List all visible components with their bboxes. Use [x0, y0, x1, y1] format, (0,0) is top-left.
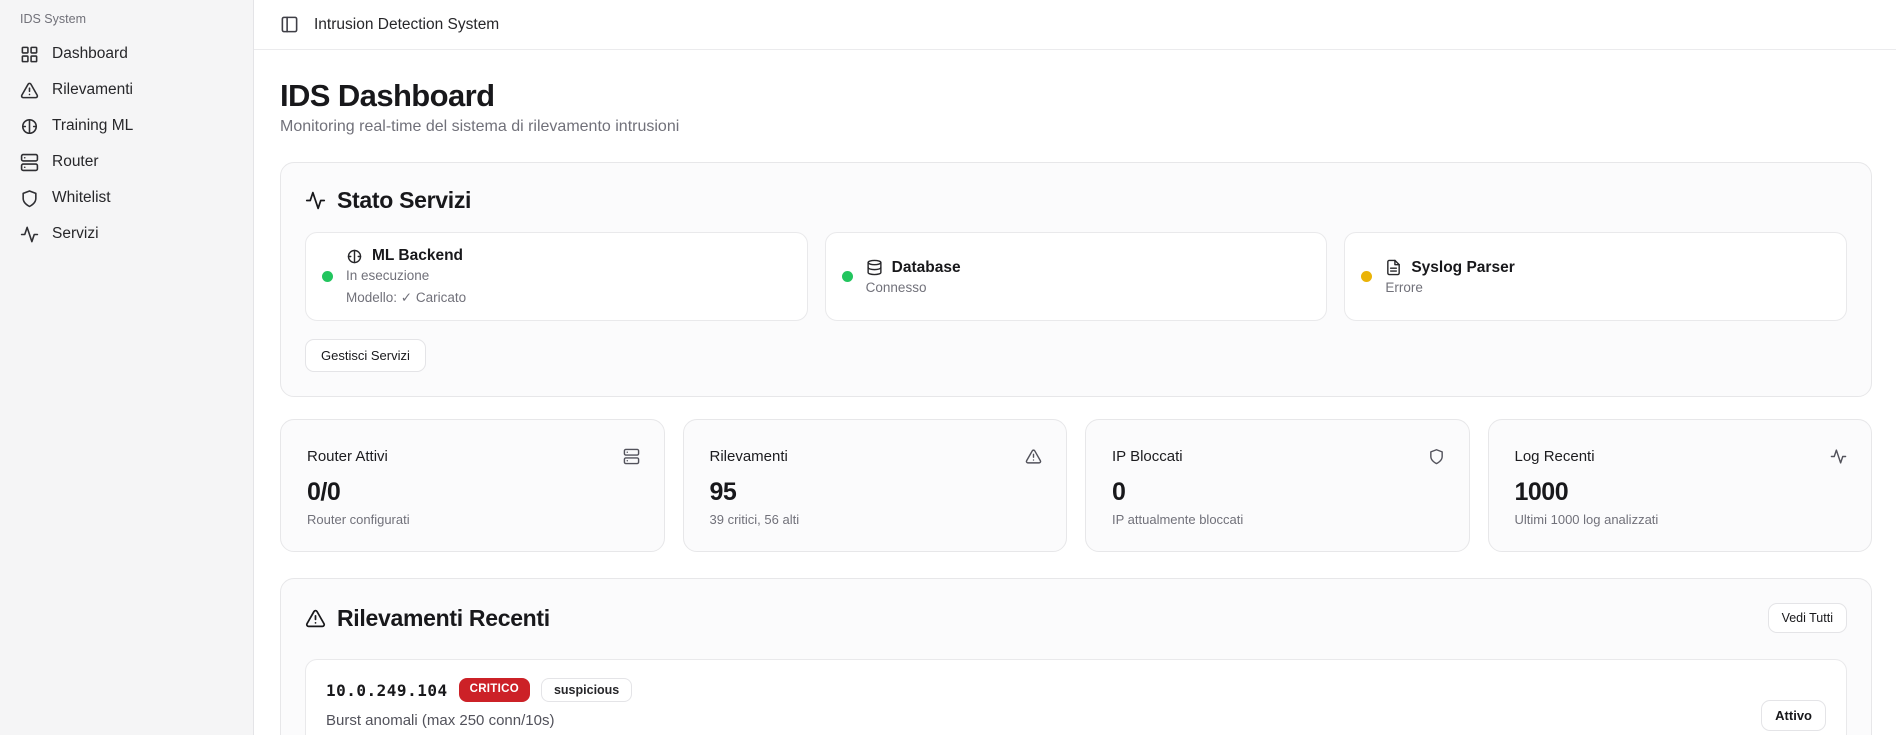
activity-icon — [305, 190, 326, 211]
service-info: Syslog Parser Errore — [1385, 259, 1514, 295]
sidebar-item-servizi[interactable]: Servizi — [14, 216, 239, 252]
category-badge: suspicious — [541, 678, 632, 703]
stat-card-router-attivi: Router Attivi 0/0 Router configurati — [280, 419, 665, 552]
recent-detections-panel: Rilevamenti Recenti Vedi Tutti 10.0.249.… — [280, 578, 1872, 735]
sidebar-app-label: IDS System — [14, 10, 239, 36]
stat-value: 0 — [1112, 478, 1443, 507]
service-name: Database — [892, 259, 961, 277]
topbar-title: Intrusion Detection System — [314, 16, 499, 34]
services-status-panel: Stato Servizi ML Backend In esecuzione M… — [280, 162, 1872, 397]
page-content: IDS Dashboard Monitoring real-time del s… — [254, 50, 1896, 735]
service-card-database: Database Connesso — [825, 232, 1328, 321]
active-status-badge: Attivo — [1761, 700, 1826, 731]
service-card-ml-backend: ML Backend In esecuzione Modello: ✓ Cari… — [305, 232, 808, 321]
stat-card-rilevamenti: Rilevamenti 95 39 critici, 56 alti — [683, 419, 1068, 552]
stat-title: IP Bloccati — [1112, 448, 1443, 465]
sidebar-item-label: Servizi — [52, 225, 99, 243]
stat-title: Log Recenti — [1515, 448, 1846, 465]
stat-value: 1000 — [1515, 478, 1846, 507]
panel-left-icon[interactable] — [280, 15, 299, 34]
service-status: Errore — [1385, 280, 1514, 295]
service-info: ML Backend In esecuzione Modello: ✓ Cari… — [346, 247, 466, 306]
stat-value: 0/0 — [307, 478, 638, 507]
sidebar-item-label: Training ML — [52, 117, 133, 135]
manage-services-button[interactable]: Gestisci Servizi — [305, 339, 426, 372]
page-title: IDS Dashboard — [280, 77, 1872, 114]
detection-description: Burst anomali (max 250 conn/10s) — [326, 712, 632, 729]
database-icon — [866, 259, 883, 276]
services-panel-title: Stato Servizi — [337, 187, 471, 214]
stat-card-ip-bloccati: IP Bloccati 0 IP attualmente bloccati — [1085, 419, 1470, 552]
service-name: ML Backend — [372, 247, 463, 265]
main-area: Intrusion Detection System IDS Dashboard… — [254, 0, 1896, 735]
server-icon — [623, 448, 640, 465]
stat-title: Rilevamenti — [710, 448, 1041, 465]
stat-description: Router configurati — [307, 512, 638, 527]
sidebar-item-whitelist[interactable]: Whitelist — [14, 180, 239, 216]
status-dot-green — [842, 271, 853, 282]
detections-panel-title: Rilevamenti Recenti — [337, 605, 550, 632]
detection-info: 10.0.249.104 CRITICO suspicious Burst an… — [326, 678, 632, 735]
sidebar-item-label: Router — [52, 153, 99, 171]
stat-value: 95 — [710, 478, 1041, 507]
alert-triangle-icon — [20, 81, 39, 100]
service-name: Syslog Parser — [1411, 259, 1514, 277]
activity-icon — [1830, 448, 1847, 465]
shield-icon — [1428, 448, 1445, 465]
severity-badge: CRITICO — [459, 678, 530, 702]
sidebar-item-training-ml[interactable]: Training ML — [14, 108, 239, 144]
server-icon — [20, 153, 39, 172]
sidebar-item-dashboard[interactable]: Dashboard — [14, 36, 239, 72]
service-info: Database Connesso — [866, 259, 961, 295]
stats-grid: Router Attivi 0/0 Router configurati Ril… — [280, 419, 1872, 552]
topbar: Intrusion Detection System — [254, 0, 1896, 50]
sidebar-item-router[interactable]: Router — [14, 144, 239, 180]
brain-icon — [20, 117, 39, 136]
shield-icon — [20, 189, 39, 208]
alert-triangle-icon — [1025, 448, 1042, 465]
service-status: Connesso — [866, 280, 961, 295]
alert-triangle-icon — [305, 608, 326, 629]
dashboard-grid-icon — [20, 45, 39, 64]
sidebar-nav: Dashboard Rilevamenti Training ML Router… — [14, 36, 239, 252]
brain-icon — [346, 248, 363, 265]
services-panel-header: Stato Servizi — [305, 187, 1847, 214]
stat-card-log-recenti: Log Recenti 1000 Ultimi 1000 log analizz… — [1488, 419, 1873, 552]
sidebar-item-label: Whitelist — [52, 189, 111, 207]
page-subtitle: Monitoring real-time del sistema di rile… — [280, 118, 1872, 136]
service-status: In esecuzione — [346, 268, 466, 283]
stat-description: 39 critici, 56 alti — [710, 512, 1041, 527]
detection-ip: 10.0.249.104 — [326, 681, 448, 700]
stat-title: Router Attivi — [307, 448, 638, 465]
sidebar-item-rilevamenti[interactable]: Rilevamenti — [14, 72, 239, 108]
sidebar: IDS System Dashboard Rilevamenti Trainin… — [0, 0, 254, 735]
sidebar-item-label: Rilevamenti — [52, 81, 133, 99]
activity-icon — [20, 225, 39, 244]
detections-panel-header: Rilevamenti Recenti Vedi Tutti — [305, 603, 1847, 633]
status-dot-green — [322, 271, 333, 282]
status-dot-yellow — [1361, 271, 1372, 282]
service-card-syslog-parser: Syslog Parser Errore — [1344, 232, 1847, 321]
service-detail: Modello: ✓ Caricato — [346, 290, 466, 306]
stat-description: Ultimi 1000 log analizzati — [1515, 512, 1846, 527]
view-all-button[interactable]: Vedi Tutti — [1768, 603, 1847, 633]
file-text-icon — [1385, 259, 1402, 276]
stat-description: IP attualmente bloccati — [1112, 512, 1443, 527]
detection-list-item[interactable]: 10.0.249.104 CRITICO suspicious Burst an… — [305, 659, 1847, 735]
sidebar-item-label: Dashboard — [52, 45, 128, 63]
services-grid: ML Backend In esecuzione Modello: ✓ Cari… — [305, 232, 1847, 321]
